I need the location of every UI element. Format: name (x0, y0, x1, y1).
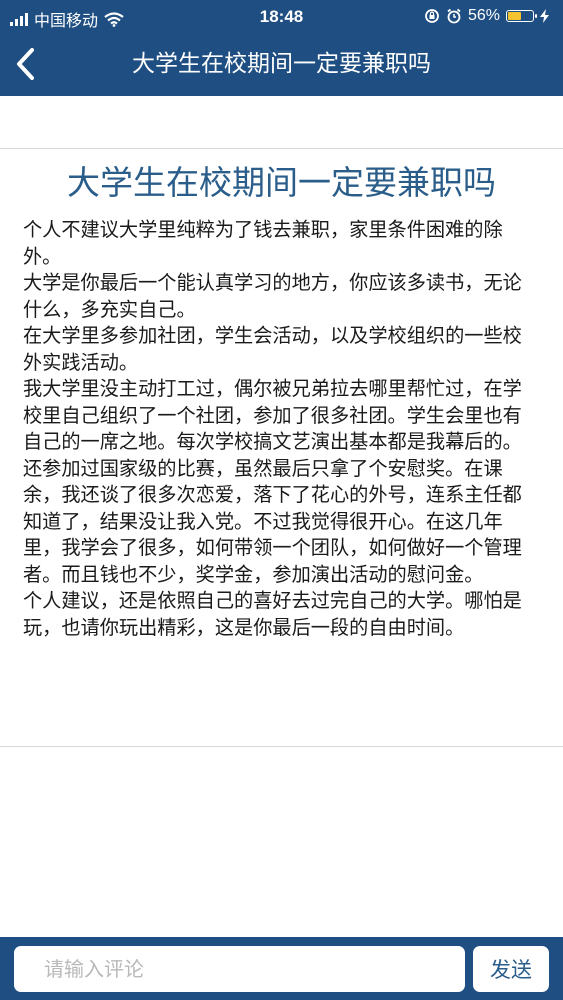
article-paragraph: 在大学里多参加社团，学生会活动，以及学校组织的一些校外实践活动。 (23, 324, 522, 374)
article-paragraph: 个人建议，还是依照自己的喜好去过完自己的大学。哪怕是玩，也请你玩出精彩，这是你最… (23, 589, 522, 639)
article-paragraph: 个人不建议大学里纯粹为了钱去兼职，家里条件困难的除外。 (23, 218, 503, 268)
battery-icon (506, 10, 537, 22)
article-paragraph: 我大学里没主动打工过，偶尔被兄弟拉去哪里帮忙过，在学校里自己组织了一个社团，参加… (23, 377, 522, 586)
send-button[interactable]: 发送 (473, 946, 549, 992)
chevron-left-icon (17, 48, 34, 80)
status-bar-right: 56% (424, 7, 549, 25)
charging-icon (540, 9, 549, 23)
article-title: 大学生在校期间一定要兼职吗 (67, 163, 496, 202)
comment-bar: 发送 (0, 937, 563, 1000)
back-button[interactable] (6, 42, 50, 86)
comment-input[interactable] (14, 946, 465, 992)
rotation-lock-icon (425, 9, 439, 23)
navigation-bar: 大学生在校期间一定要兼职吗 (0, 32, 563, 96)
top-divider (0, 148, 563, 149)
article-body: 个人不建议大学里纯粹为了钱去兼职，家里条件困难的除外。 大学是你最后一个能认真学… (23, 217, 537, 641)
battery-percent: 56% (467, 7, 500, 24)
alarm-icon (447, 8, 461, 24)
battery-level (508, 12, 522, 20)
article-paragraph: 大学是你最后一个能认真学习的地方，你应该多读书，无论什么，多充实自己。 (23, 271, 522, 321)
nav-title: 大学生在校期间一定要兼职吗 (132, 51, 431, 77)
status-bar: 中国移动 18:48 56% (0, 0, 563, 32)
header-spacer (0, 96, 563, 148)
bottom-divider (0, 746, 563, 747)
